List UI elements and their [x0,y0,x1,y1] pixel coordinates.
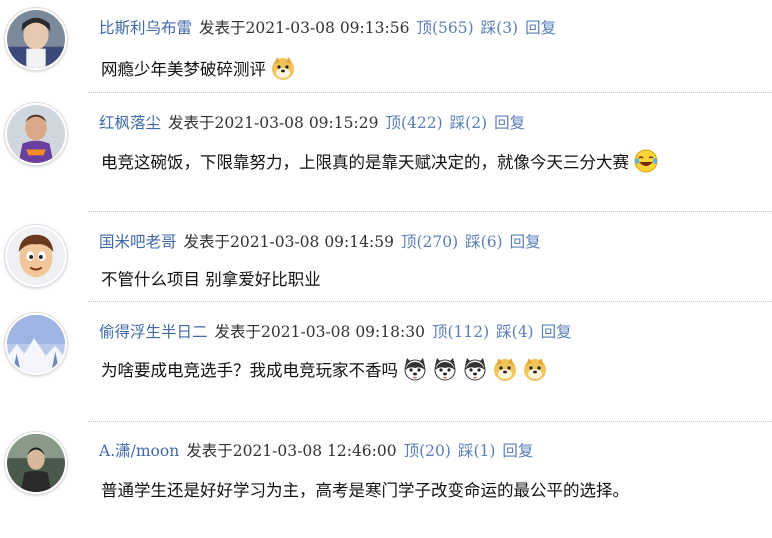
upvote-button[interactable]: 顶(270) [401,233,458,251]
husky-emoji-icon [402,356,428,382]
posted-prefix: 发表于 [168,114,215,132]
username-link[interactable]: A.潇/moon [99,442,179,460]
reply-button[interactable]: 回复 [494,114,525,132]
avatar-photo-icon [7,105,65,163]
avatar[interactable] [5,225,67,287]
upvote-button[interactable]: 顶(20) [404,442,451,460]
avatar[interactable] [5,432,67,494]
reply-button[interactable]: 回复 [541,323,572,341]
comment-text: 电竞这碗饭，下限靠努力，上限真的是靠天赋决定的，就像今天三分大赛 [101,153,629,172]
comment-text: 网瘾少年美梦破碎测评 [101,60,266,79]
posted-prefix: 发表于 [214,323,262,341]
downvote-button[interactable]: 踩(2) [450,114,487,132]
avatar-photo-icon [7,227,65,285]
posted-prefix: 发表于 [183,233,231,251]
timestamp: 2021-03-08 09:15:29 [214,114,379,132]
comment-text: 普通学生还是好好学习为主，高考是寒门学子改变命运的最公平的选择。 [101,481,629,500]
avatar[interactable] [5,8,67,70]
reply-button[interactable]: 回复 [510,233,541,251]
comment-text: 为啥要成电竞选手？我成电竞玩家不香吗 [101,361,398,380]
avatar-photo-icon [7,434,65,492]
downvote-button[interactable]: 踩(4) [496,323,533,341]
username-link[interactable]: 比斯利乌布雷 [99,19,192,37]
timestamp: 2021-03-08 09:18:30 [261,323,425,341]
posted-prefix: 发表于 [186,442,233,460]
husky-emoji-icon [462,356,488,382]
upvote-button[interactable]: 顶(565) [416,19,473,37]
username-link[interactable]: 偷得浮生半日二 [99,323,208,341]
comment-text: 不管什么项目 别拿爱好比职业 [101,270,321,289]
divider [88,421,772,422]
username-link[interactable]: 红枫落尘 [99,114,161,132]
doge-emoji-icon [522,356,548,382]
downvote-button[interactable]: 踩(1) [458,442,495,460]
divider [88,92,772,93]
timestamp: 2021-03-08 12:46:00 [232,442,397,460]
laughing-tears-emoji-icon [633,148,659,174]
reply-button[interactable]: 回复 [525,19,556,37]
divider [88,301,772,302]
timestamp: 2021-03-08 09:14:59 [230,233,394,251]
avatar-photo-icon [7,315,65,373]
avatar[interactable] [5,313,67,375]
avatar-photo-icon [7,10,65,68]
downvote-button[interactable]: 踩(6) [465,233,502,251]
upvote-button[interactable]: 顶(422) [385,114,442,132]
upvote-button[interactable]: 顶(112) [432,323,489,341]
downvote-button[interactable]: 踩(3) [481,19,518,37]
doge-emoji-icon [270,55,296,81]
reply-button[interactable]: 回复 [502,442,533,460]
husky-emoji-icon [432,356,458,382]
divider [88,211,772,212]
timestamp: 2021-03-08 09:13:56 [245,19,410,37]
doge-emoji-icon [492,356,518,382]
avatar[interactable] [5,103,67,165]
username-link[interactable]: 国米吧老哥 [99,233,177,251]
posted-prefix: 发表于 [199,19,246,37]
